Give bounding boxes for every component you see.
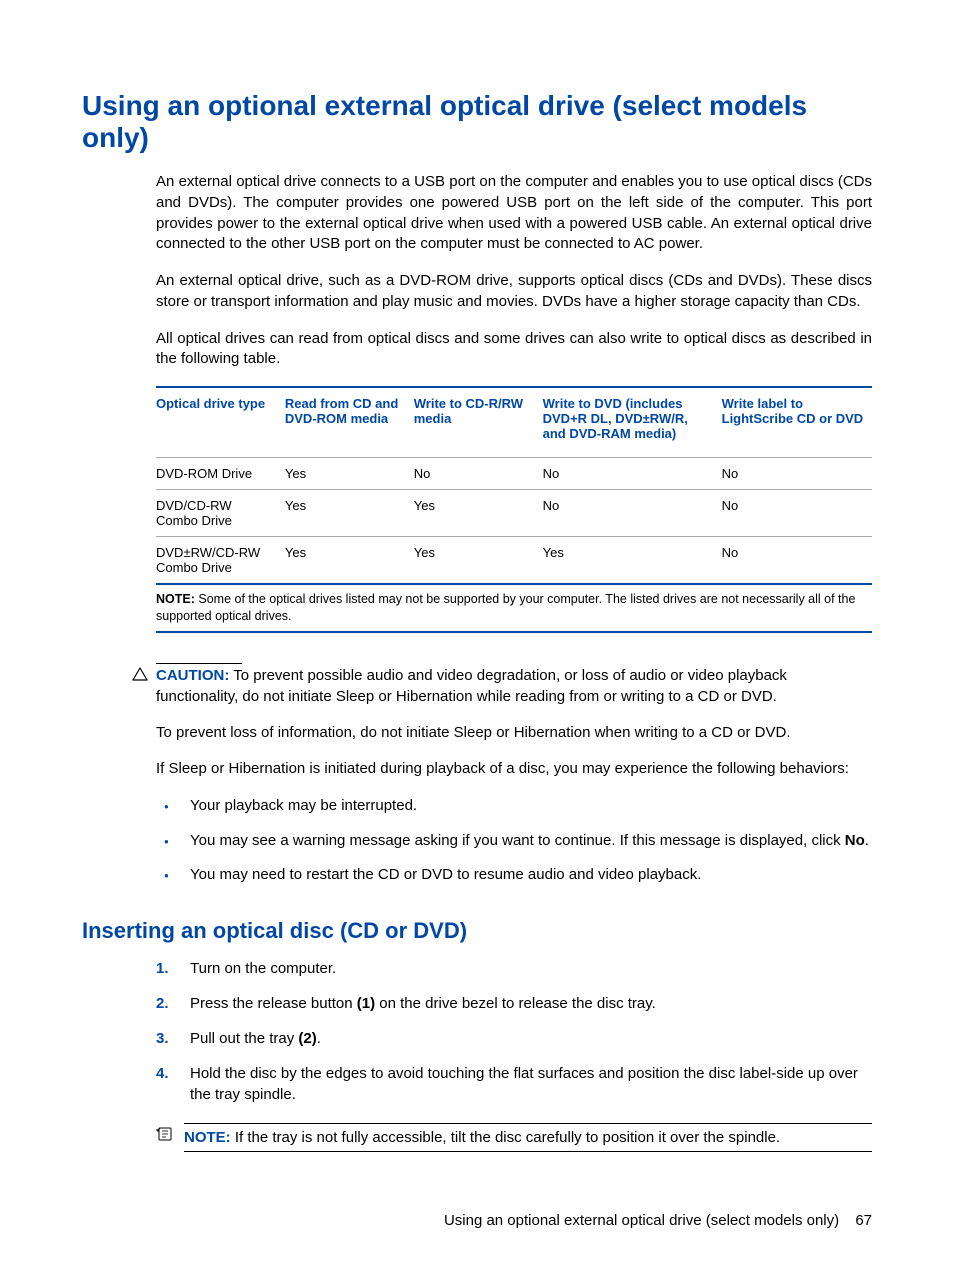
table-cell: No: [543, 457, 722, 489]
table-row: DVD±RW/CD-RW Combo Drive Yes Yes Yes No: [156, 536, 872, 584]
list-item: Your playback may be interrupted.: [156, 796, 872, 831]
table-header: Write label to LightScribe CD or DVD: [722, 387, 872, 458]
table-cell: DVD/CD-RW Combo Drive: [156, 489, 285, 536]
table-cell: Yes: [414, 536, 543, 584]
behavior-list: Your playback may be interrupted. You ma…: [156, 796, 872, 900]
table-cell: No: [722, 489, 872, 536]
table-header: Optical drive type: [156, 387, 285, 458]
step-note: NOTE: If the tray is not fully accessibl…: [156, 1123, 872, 1152]
step-item: 3.Pull out the tray (2).: [156, 1028, 872, 1063]
table-cell: Yes: [414, 489, 543, 536]
note-icon: [156, 1123, 178, 1142]
intro-paragraph: All optical drives can read from optical…: [156, 329, 872, 370]
table-cell: Yes: [543, 536, 722, 584]
step-item: 2.Press the release button (1) on the dr…: [156, 993, 872, 1028]
caution-text: CAUTION: To prevent possible audio and v…: [156, 665, 872, 707]
table-cell: No: [414, 457, 543, 489]
footer-text: Using an optional external optical drive…: [444, 1212, 839, 1229]
caution-body: To prevent possible audio and video degr…: [156, 667, 787, 705]
table-row: DVD/CD-RW Combo Drive Yes Yes No No: [156, 489, 872, 536]
table-cell: DVD-ROM Drive: [156, 457, 285, 489]
intro-paragraph: An external optical drive, such as a DVD…: [156, 271, 872, 312]
table-cell: DVD±RW/CD-RW Combo Drive: [156, 536, 285, 584]
step-item: 4.Hold the disc by the edges to avoid to…: [156, 1063, 872, 1119]
caution-paragraph: To prevent loss of information, do not i…: [156, 723, 872, 744]
table-cell: Yes: [285, 536, 414, 584]
note-label: NOTE:: [184, 1129, 231, 1146]
optical-drive-table: Optical drive type Read from CD and DVD-…: [156, 386, 872, 585]
table-header: Write to DVD (includes DVD+R DL, DVD±RW/…: [543, 387, 722, 458]
table-cell: No: [722, 536, 872, 584]
steps-list: 1.Turn on the computer. 2.Press the rele…: [156, 958, 872, 1119]
caution-block: CAUTION: To prevent possible audio and v…: [156, 663, 872, 900]
page-number: 67: [855, 1212, 872, 1229]
page-footer: Using an optional external optical drive…: [82, 1212, 872, 1229]
document-page: Using an optional external optical drive…: [0, 0, 954, 1279]
page-title: Using an optional external optical drive…: [82, 90, 872, 154]
table-cell: Yes: [285, 489, 414, 536]
table-header: Write to CD-R/RW media: [414, 387, 543, 458]
section-heading: Inserting an optical disc (CD or DVD): [82, 918, 872, 944]
step-item: 1.Turn on the computer.: [156, 958, 872, 993]
list-item: You may see a warning message asking if …: [156, 831, 872, 866]
note-text: If the tray is not fully accessible, til…: [235, 1129, 780, 1146]
caution-label: CAUTION:: [156, 667, 229, 684]
table-cell: No: [543, 489, 722, 536]
table-cell: No: [722, 457, 872, 489]
table-note: NOTE: Some of the optical drives listed …: [156, 591, 872, 625]
table-row: DVD-ROM Drive Yes No No No: [156, 457, 872, 489]
table-header: Read from CD and DVD-ROM media: [285, 387, 414, 458]
list-item: You may need to restart the CD or DVD to…: [156, 865, 872, 900]
caution-icon: [132, 663, 150, 681]
note-label: NOTE:: [156, 592, 195, 606]
intro-paragraph: An external optical drive connects to a …: [156, 172, 872, 255]
table-cell: Yes: [285, 457, 414, 489]
intro-section: An external optical drive connects to a …: [156, 172, 872, 632]
note-text: Some of the optical drives listed may no…: [156, 592, 855, 623]
caution-paragraph: If Sleep or Hibernation is initiated dur…: [156, 759, 872, 780]
